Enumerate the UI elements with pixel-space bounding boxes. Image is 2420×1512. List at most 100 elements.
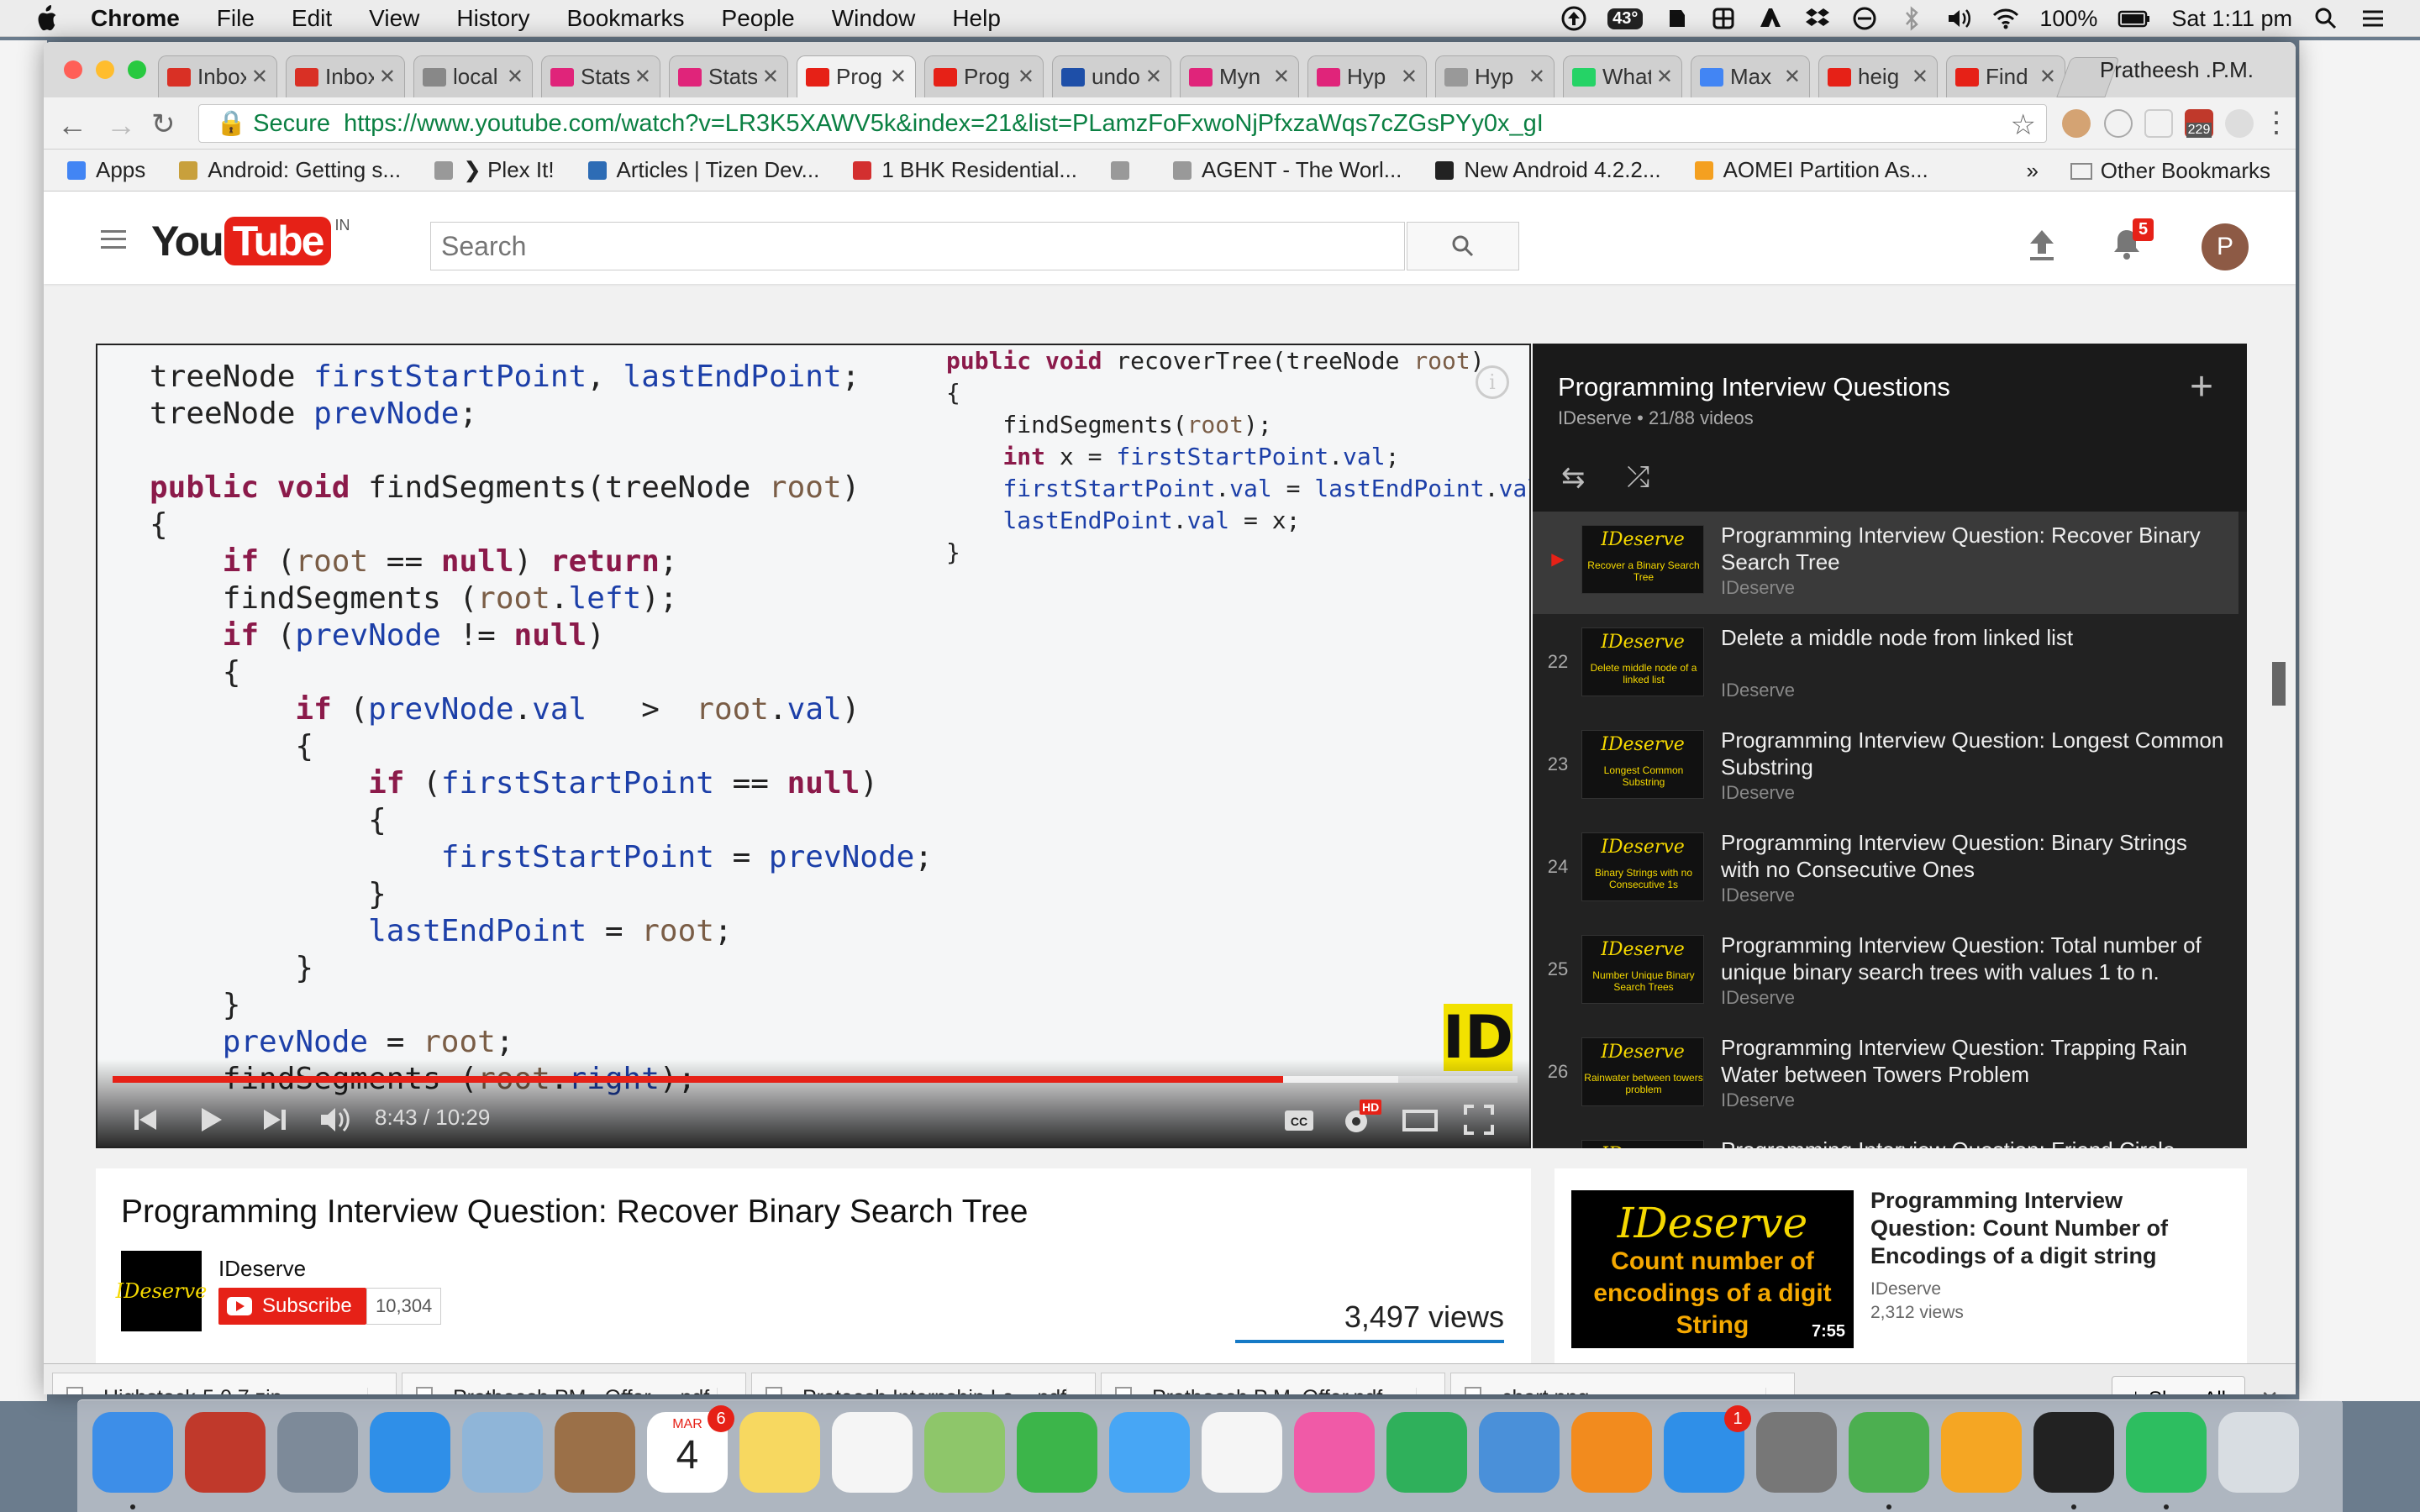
browser-tab[interactable]: Hyp ✕ [1435, 55, 1555, 97]
extension-badge-icon[interactable]: 229 [2185, 109, 2213, 138]
reload-icon[interactable]: ↻ [151, 108, 176, 141]
browser-tab[interactable]: Myn ✕ [1180, 55, 1299, 97]
close-tab-icon[interactable]: ✕ [1401, 65, 1418, 89]
menubar-clock[interactable]: Sat 1:11 pm [2171, 6, 2292, 32]
close-tab-icon[interactable]: ✕ [634, 65, 651, 89]
download-item[interactable]: Pratheesh P M_Offer.pdf▾ [1101, 1373, 1445, 1394]
forward-arrow-icon[interactable]: → [106, 108, 136, 143]
close-tab-icon[interactable]: ✕ [1656, 65, 1673, 89]
address-bar[interactable]: 🔒 Secure https://www.youtube.com/watch?v… [198, 104, 2047, 143]
menu-bookmarks[interactable]: Bookmarks [566, 5, 684, 32]
close-tab-icon[interactable]: ✕ [762, 65, 779, 89]
close-tab-icon[interactable]: ✕ [251, 65, 268, 89]
evernote-icon[interactable] [2126, 1412, 2207, 1493]
browser-tab[interactable]: local ✕ [413, 55, 533, 97]
system-preferences-icon[interactable] [1756, 1412, 1837, 1493]
close-tab-icon[interactable]: ✕ [1018, 65, 1034, 89]
browser-tab[interactable]: Max ✕ [1691, 55, 1810, 97]
download-item[interactable]: Prateesh Internship Le....pdf▾ [751, 1373, 1096, 1394]
close-tab-icon[interactable]: ✕ [1912, 65, 1928, 89]
browser-tab[interactable]: Prog ✕ [924, 55, 1044, 97]
keynote-icon[interactable] [1479, 1412, 1560, 1493]
video-player[interactable]: treeNode firstStartPoint, lastEndPoint; … [96, 344, 1531, 1148]
playlist-item-thumbnail[interactable]: IDeserve Longest Common Substring [1581, 730, 1704, 799]
close-tab-icon[interactable]: ✕ [890, 65, 907, 89]
back-arrow-icon[interactable]: ← [57, 108, 87, 143]
youtube-logo[interactable]: You Tube IN [151, 217, 350, 265]
browser-tab[interactable]: heig ✕ [1818, 55, 1938, 97]
playlist-item-thumbnail[interactable]: IDeserve Delete middle node of a linked l… [1581, 627, 1704, 696]
next-icon[interactable] [260, 1103, 289, 1137]
menu-people[interactable]: People [722, 5, 795, 32]
account-avatar[interactable]: P [2202, 223, 2249, 270]
volume-icon[interactable] [1945, 5, 1972, 32]
safari-icon[interactable] [370, 1412, 450, 1493]
browser-tab[interactable]: Stats ✕ [669, 55, 788, 97]
close-tab-icon[interactable]: ✕ [2039, 65, 2056, 89]
browser-tab[interactable]: Inbox ✕ [286, 55, 405, 97]
menu-history[interactable]: History [456, 5, 529, 32]
close-tab-icon[interactable]: ✕ [1145, 65, 1162, 89]
bookmark-item[interactable]: ❯ Plex It! [434, 157, 555, 183]
browser-tab[interactable]: What ✕ [1563, 55, 1682, 97]
finder-icon[interactable] [92, 1412, 173, 1493]
terminal-icon[interactable] [2033, 1412, 2114, 1493]
spotlight-search-icon[interactable] [2312, 5, 2339, 32]
other-bookmarks-folder[interactable]: Other Bookmarks [2070, 158, 2270, 184]
volume-icon[interactable] [318, 1103, 355, 1137]
launchpad-icon[interactable] [277, 1412, 358, 1493]
browser-tab[interactable]: Prog ✕ [797, 55, 916, 97]
shuffle-icon[interactable]: ⤮ [1627, 461, 1649, 494]
profile-name[interactable]: Pratheesh .P.M. [2100, 57, 2254, 83]
evernote-status-icon[interactable] [1663, 5, 1690, 32]
trash-icon[interactable] [2218, 1412, 2299, 1493]
channel-name[interactable]: IDeserve [218, 1256, 306, 1282]
menu-edit[interactable]: Edit [292, 5, 332, 32]
playlist-item-title[interactable]: Programming Interview Question: Friend C… [1721, 1137, 2225, 1148]
menu-window[interactable]: Window [832, 5, 916, 32]
playlist-item-title[interactable]: Programming Interview Question: Trapping… [1721, 1034, 2225, 1088]
playlist-item-title[interactable]: Programming Interview Question: Recover … [1721, 522, 2225, 575]
contacts-icon[interactable] [555, 1412, 635, 1493]
close-window-button[interactable] [64, 60, 82, 79]
bookmark-item[interactable]: Apps [67, 157, 145, 183]
cookie-extension-icon[interactable] [2062, 109, 2091, 138]
security-app-icon[interactable] [185, 1412, 266, 1493]
notification-center-icon[interactable] [2360, 5, 2386, 32]
bookmark-item[interactable]: New Android 4.2.2... [1435, 157, 1661, 183]
menu-file[interactable]: File [217, 5, 255, 32]
playlist-item-thumbnail[interactable]: IDeserve Rainwater between towers problem [1581, 1037, 1704, 1106]
show-all-downloads-button[interactable]: ⤓Show All [2112, 1376, 2245, 1394]
app-store-icon[interactable]: 1 [1664, 1405, 1751, 1493]
bookmarks-overflow-chevron[interactable]: » [2027, 158, 2039, 184]
recommended-channel[interactable]: IDeserve [1870, 1279, 1941, 1299]
messages-icon[interactable] [1109, 1412, 1190, 1493]
upload-status-icon[interactable] [1560, 5, 1587, 32]
itunes-icon[interactable] [1294, 1412, 1375, 1493]
captions-icon[interactable]: CC [1282, 1103, 1316, 1137]
pages-icon[interactable] [1941, 1412, 2022, 1493]
playlist-item[interactable]: 24 IDeserve Binary Strings with no Consecu… [1533, 819, 2238, 921]
playlist-item[interactable]: 27IDeserveProgramming Interview Question… [1533, 1126, 2238, 1148]
adobe-status-icon[interactable] [1757, 5, 1784, 32]
reminders-icon[interactable] [832, 1412, 913, 1493]
search-button[interactable] [1407, 222, 1519, 270]
upload-icon[interactable] [2027, 228, 2057, 262]
loop-icon[interactable]: ⇆ [1561, 461, 1586, 495]
minimize-window-button[interactable] [96, 60, 114, 79]
dropbox-status-icon[interactable] [1804, 5, 1831, 32]
numbers-icon[interactable] [1386, 1412, 1467, 1493]
playlist-item-thumbnail[interactable]: IDeserve Number Unique Binary Search Tree… [1581, 935, 1704, 1004]
playlist-item[interactable]: 25 IDeserve Number Unique Binary Search Tr… [1533, 921, 2238, 1024]
bookmark-star-icon[interactable]: ☆ [2011, 108, 2036, 142]
fortinet-status-icon[interactable] [1710, 5, 1737, 32]
play-icon[interactable] [197, 1103, 225, 1137]
close-tab-icon[interactable]: ✕ [507, 65, 523, 89]
playlist-title[interactable]: Programming Interview Questions [1558, 372, 1950, 402]
progress-bar[interactable] [113, 1076, 1518, 1083]
bookmark-item[interactable] [1111, 160, 1139, 180]
zoom-window-button[interactable] [128, 60, 146, 79]
bookmark-item[interactable]: AGENT - The Worl... [1173, 157, 1402, 183]
playlist-item-title[interactable]: Programming Interview Question: Binary S… [1721, 829, 2225, 883]
download-options-chevron[interactable]: ▾ [1066, 1387, 1095, 1394]
